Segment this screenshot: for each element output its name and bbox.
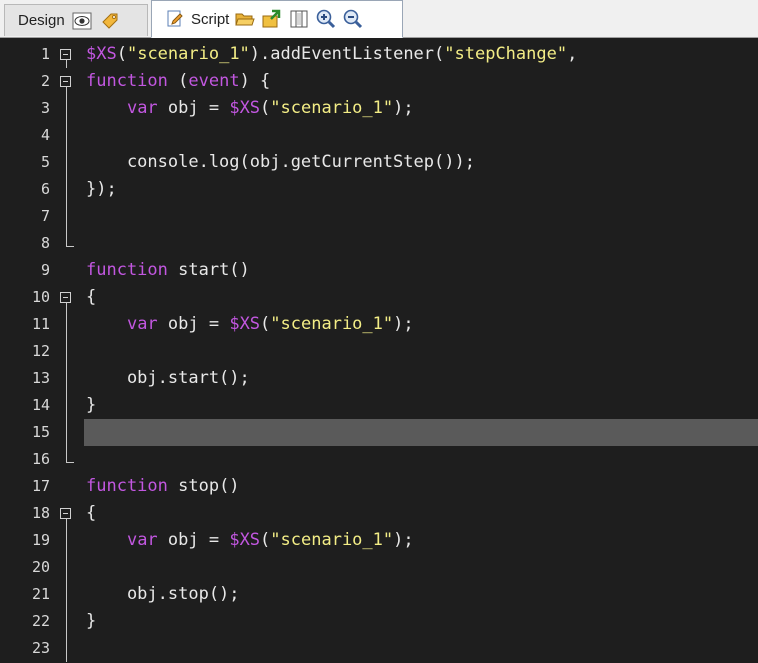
code-line[interactable]: var obj = $XS("scenario_1"); [86,527,414,554]
fold-guide [66,446,67,462]
line-number: 5 [40,153,50,171]
columns-icon[interactable] [288,8,310,30]
line-number: 1 [40,45,50,63]
fold-guide [66,608,67,635]
code-line[interactable]: var obj = $XS("scenario_1"); [86,311,414,338]
tab-design-label: Design [18,12,65,29]
line-number: 14 [31,396,50,414]
code-line[interactable]: var obj = $XS("scenario_1"); [86,95,414,122]
fold-guide [66,149,67,176]
line-number: 16 [31,450,50,468]
script-icon [164,8,186,30]
line-number: 13 [31,369,50,387]
code-line[interactable]: function (event) { [86,68,270,95]
fold-guide [66,60,67,68]
tab-script-label: Script [191,10,230,28]
code-line[interactable]: $XS("scenario_1").addEventListener("step… [86,41,577,68]
fold-guide [66,303,67,311]
fold-guide [66,203,67,230]
line-number: 11 [31,315,50,333]
zoom-out-icon[interactable] [342,8,364,30]
fold-toggle-icon[interactable] [60,49,71,60]
code-line[interactable]: } [86,392,96,419]
zoom-in-icon[interactable] [315,8,337,30]
line-number: 20 [31,558,50,576]
fold-guide [66,519,67,527]
fold-end-marker [66,462,74,463]
line-number: 10 [31,288,50,306]
fold-guide [66,338,67,365]
line-number: 19 [31,531,50,549]
code-line[interactable]: function stop() [86,473,240,500]
line-number: 12 [31,342,50,360]
fold-guide [66,176,67,203]
code-line[interactable]: { [86,284,96,311]
line-number: 2 [40,72,50,90]
code-editor[interactable]: 1 $XS("scenario_1").addEventListener("ste… [0,39,758,663]
fold-toggle-icon[interactable] [60,508,71,519]
code-line[interactable]: } [86,608,96,635]
line-number: 8 [40,234,50,252]
export-icon[interactable] [261,8,283,30]
fold-guide [66,311,67,338]
line-number: 18 [31,504,50,522]
fold-guide [66,527,67,554]
fold-toggle-icon[interactable] [60,292,71,303]
line-number: 21 [31,585,50,603]
tag-icon[interactable] [99,10,121,32]
tab-design[interactable]: Design [4,4,148,36]
line-number: 23 [31,639,50,657]
fold-guide [66,365,67,392]
fold-guide [66,392,67,419]
line-number: 15 [31,423,50,441]
code-line[interactable]: obj.stop(); [86,581,240,608]
fold-toggle-icon[interactable] [60,76,71,87]
fold-guide [66,122,67,149]
code-line[interactable]: function start() [86,257,250,284]
fold-guide [66,581,67,608]
line-number: 17 [31,477,50,495]
open-folder-icon[interactable] [234,8,256,30]
fold-guide [66,635,67,662]
code-line[interactable]: { [86,500,96,527]
line-number: 3 [40,99,50,117]
fold-guide [66,87,67,95]
fold-guide [66,230,67,246]
fold-guide [66,419,67,446]
code-line[interactable]: }); [86,176,117,203]
fold-guide [66,554,67,581]
fold-end-marker [66,246,74,247]
code-line[interactable]: console.log(obj.getCurrentStep()); [86,149,475,176]
line-number: 6 [40,180,50,198]
current-line-highlight [84,419,758,446]
line-number: 9 [40,261,50,279]
line-number: 7 [40,207,50,225]
line-number: 4 [40,126,50,144]
code-line[interactable]: obj.start(); [86,365,250,392]
editor-tab-bar: Design Script [0,0,758,38]
preview-eye-icon[interactable] [71,10,93,32]
line-number: 22 [31,612,50,630]
fold-guide [66,95,67,122]
tab-script[interactable]: Script [151,0,403,38]
